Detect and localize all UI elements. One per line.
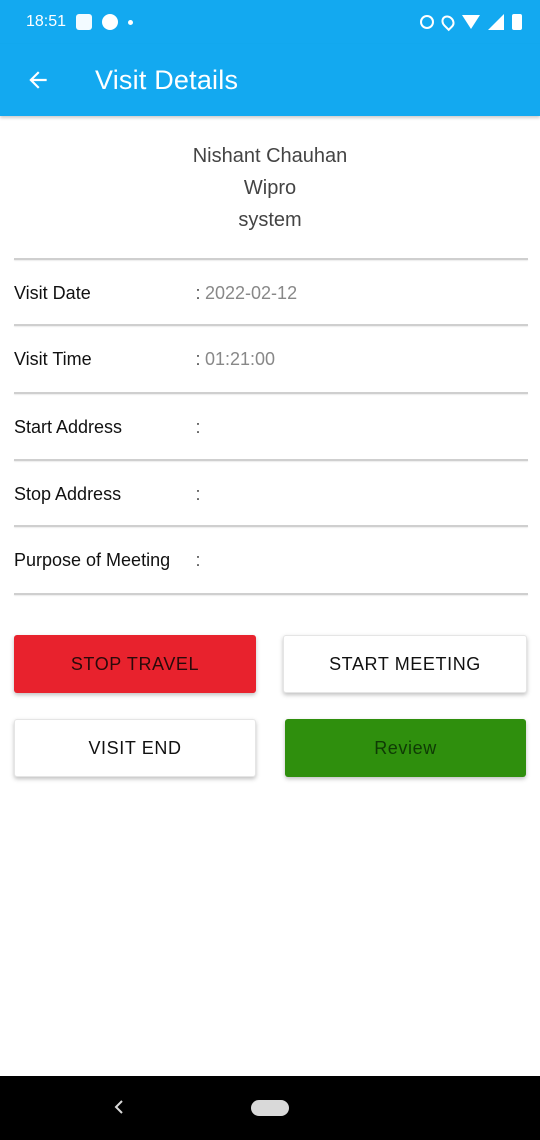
detail-row-visit-time: Visit Time : 01:21:00	[0, 326, 540, 392]
location-icon	[438, 12, 458, 32]
page-title: Visit Details	[95, 64, 239, 95]
navigation-bar	[0, 1076, 540, 1140]
detail-row-purpose: Purpose of Meeting :	[0, 527, 540, 593]
wifi-icon	[462, 15, 480, 29]
arrow-left-icon	[29, 71, 47, 89]
review-button[interactable]: Review	[285, 719, 526, 777]
detail-colon: :	[195, 549, 201, 570]
detail-colon: :	[195, 282, 201, 303]
alarm-icon	[420, 15, 434, 29]
back-button[interactable]	[14, 56, 62, 104]
status-time: 18:51	[26, 13, 67, 30]
start-meeting-button[interactable]: START MEETING	[283, 635, 527, 693]
visitor-system: system	[238, 209, 302, 231]
detail-label: Start Address	[14, 416, 123, 437]
detail-value: 2022-02-12	[205, 282, 298, 303]
detail-row-start-address: Start Address :	[0, 394, 540, 460]
app-bar: Visit Details	[0, 44, 540, 116]
detail-value: 01:21:00	[205, 348, 276, 369]
notification-icon	[76, 14, 93, 30]
detail-label: Visit Date	[14, 282, 91, 303]
stop-travel-button[interactable]: STOP TRAVEL	[14, 635, 256, 693]
detail-row-stop-address: Stop Address :	[0, 461, 540, 527]
visit-end-button[interactable]: VISIT END	[14, 719, 256, 777]
visitor-company: Wipro	[243, 177, 297, 199]
visitor-info: Nishant Chauhan Wipro system	[0, 140, 540, 236]
signal-icon	[488, 14, 504, 30]
detail-label: Purpose of Meeting	[14, 549, 171, 570]
visitor-name: Nishant Chauhan	[192, 145, 348, 167]
battery-icon	[512, 14, 522, 30]
detail-label: Stop Address	[14, 483, 122, 504]
detail-row-visit-date: Visit Date : 2022-02-12	[0, 260, 540, 326]
detail-colon: :	[195, 483, 201, 504]
chat-bubble-icon	[102, 14, 119, 30]
status-bar: 18:51	[0, 0, 540, 44]
detail-colon: :	[195, 348, 201, 369]
nav-home-button[interactable]	[251, 1100, 289, 1116]
dot-icon	[128, 19, 134, 25]
divider	[14, 593, 528, 595]
detail-label: Visit Time	[14, 348, 92, 369]
nav-back-icon[interactable]	[112, 1100, 126, 1114]
detail-colon: :	[195, 416, 201, 437]
